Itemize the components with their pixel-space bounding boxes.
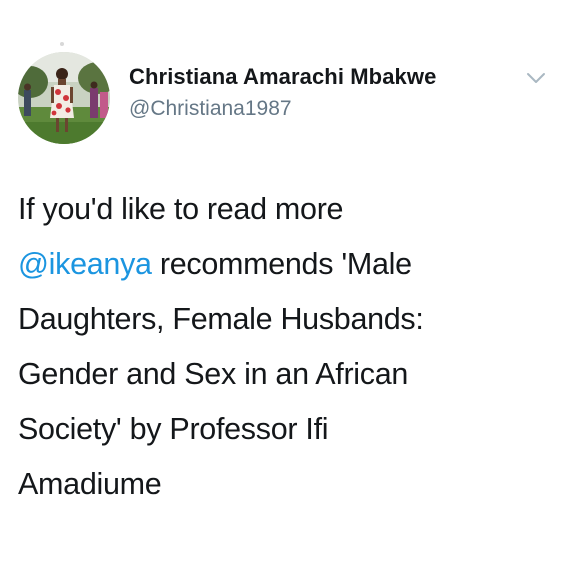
tweet-text-line: If you'd like to read more bbox=[18, 192, 344, 226]
decorative-dot bbox=[60, 42, 64, 46]
author-handle[interactable]: @Christiana1987 bbox=[129, 97, 292, 121]
profile-photo-icon bbox=[18, 52, 110, 144]
tweet-card: Christiana Amarachi Mbakwe @Christiana19… bbox=[0, 0, 561, 575]
mention-link[interactable]: @ikeanya bbox=[18, 247, 152, 281]
author-display-name[interactable]: Christiana Amarachi Mbakwe bbox=[129, 64, 436, 90]
tweet-text: If you'd like to read more @ikeanya reco… bbox=[18, 182, 543, 512]
tweet-text-line: Gender and Sex in an African bbox=[18, 357, 409, 391]
tweet-text-line: @ikeanya recommends 'Male bbox=[18, 237, 543, 292]
chevron-down-icon[interactable] bbox=[524, 66, 548, 90]
tweet-text-line: Amadiume bbox=[18, 467, 162, 501]
tweet-text-fragment: recommends 'Male bbox=[151, 247, 412, 281]
avatar[interactable] bbox=[18, 52, 110, 144]
tweet-text-line: Society' by Professor Ifi bbox=[18, 412, 329, 446]
tweet-text-line: Daughters, Female Husbands: bbox=[18, 302, 424, 336]
tweet-header: Christiana Amarachi Mbakwe @Christiana19… bbox=[18, 52, 548, 148]
